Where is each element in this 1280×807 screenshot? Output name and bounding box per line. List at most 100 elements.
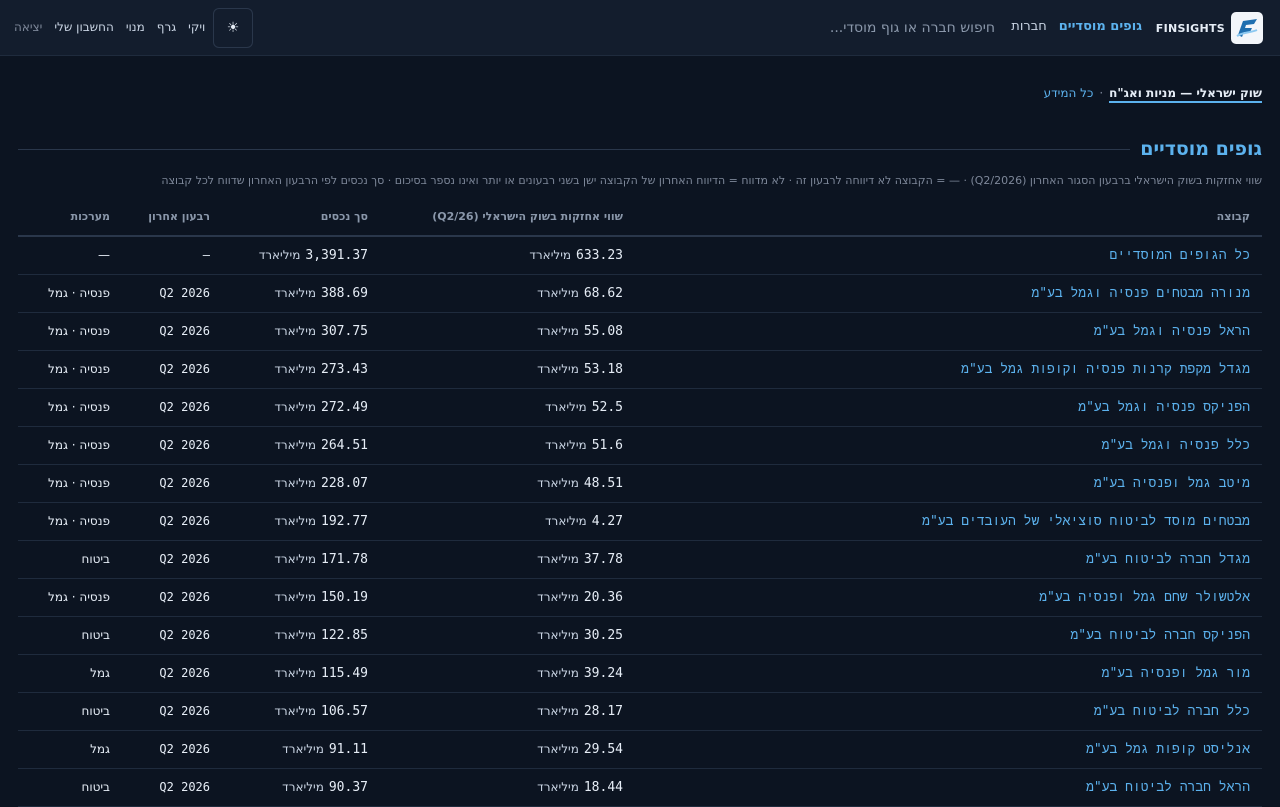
last-quarter-cell: Q2 2026 xyxy=(122,388,222,427)
group-name-link[interactable]: מיטב גמל ופנסיה בע"מ xyxy=(635,464,1262,503)
systems-cell: ביטוח xyxy=(18,540,122,579)
holdings-cell: 20.36 מיליארד xyxy=(380,578,635,617)
group-name-link[interactable]: אלטשולר שחם גמל ופנסיה בע"מ xyxy=(635,578,1262,617)
holdings-unit: מיליארד xyxy=(545,437,587,452)
logout-link[interactable]: יציאה xyxy=(14,20,42,34)
breadcrumb-current[interactable]: שוק ישראלי — מניות ואג"ח xyxy=(1109,86,1262,103)
table-row[interactable]: מגדל מקפת קרנות פנסיה וקופות גמל בע"מ 53.… xyxy=(18,350,1262,389)
assets-value: 192.77 xyxy=(321,513,368,529)
brand[interactable]: FINSIGHTS xyxy=(1156,12,1263,44)
column-header-holdings[interactable]: שווי אחזקות בשוק הישראלי (Q2/26) xyxy=(380,198,635,237)
assets-value: 273.43 xyxy=(321,361,368,377)
nav-institutional-bodies[interactable]: גופים מוסדיים xyxy=(1059,19,1142,34)
holdings-unit: מיליארד xyxy=(537,475,579,490)
holdings-cell: 30.25 מיליארד xyxy=(380,616,635,655)
last-quarter-cell: Q2 2026 xyxy=(122,350,222,389)
holdings-unit: מיליארד xyxy=(537,703,579,718)
assets-cell: 122.85 מיליארד xyxy=(222,616,380,655)
assets-value: 388.69 xyxy=(321,285,368,301)
assets-unit: מיליארד xyxy=(274,513,317,528)
table-row[interactable]: אנליסט קופות גמל בע"מ 29.54 מיליארד 91.11 מי… xyxy=(18,730,1262,769)
systems-cell: פנסיה · גמל xyxy=(18,350,122,389)
group-name-link[interactable]: אנליסט קופות גמל בע"מ xyxy=(635,730,1262,769)
group-name-link[interactable]: מור גמל ופנסיה בע"מ xyxy=(635,654,1262,693)
nav-my-account[interactable]: החשבון שלי xyxy=(54,20,113,34)
assets-unit: מיליארד xyxy=(274,475,317,490)
holdings-value: 29.54 xyxy=(583,741,623,757)
table-row[interactable]: מור גמל ופנסיה בע"מ 39.24 מיליארד 115.49 מיל… xyxy=(18,654,1262,693)
group-name-link[interactable]: כל הגופים המוסדיים xyxy=(635,236,1262,275)
assets-value: 150.19 xyxy=(321,589,368,605)
holdings-value: 39.24 xyxy=(583,665,623,681)
group-name-link[interactable]: מגדל מקפת קרנות פנסיה וקופות גמל בע"מ xyxy=(635,350,1262,389)
assets-value: 171.78 xyxy=(321,551,368,567)
table-row[interactable]: הראל חברה לביטוח בע"מ 18.44 מיליארד 90.37 מי… xyxy=(18,768,1262,807)
assets-unit: מיליארד xyxy=(274,399,317,414)
finsights-logo-icon xyxy=(1231,12,1263,44)
nav-graph[interactable]: גרף xyxy=(157,20,176,34)
assets-cell: 264.51 מיליארד xyxy=(222,426,380,465)
group-name-link[interactable]: הראל פנסיה וגמל בע"מ xyxy=(635,312,1262,351)
table-row[interactable]: הראל פנסיה וגמל בע"מ 55.08 מיליארד 307.75 מי… xyxy=(18,312,1262,351)
table-row[interactable]: כל הגופים המוסדיים 633.23 מיליארד 3,391.37 מ… xyxy=(18,236,1262,275)
group-name-link[interactable]: הפניקס פנסיה וגמל בע"מ xyxy=(635,388,1262,427)
group-name-link[interactable]: מבטחים מוסד לביטוח סוציאלי של העובדים בע… xyxy=(635,502,1262,541)
holdings-value: 4.27 xyxy=(591,513,623,529)
holdings-value: 30.25 xyxy=(583,627,623,643)
last-quarter-cell: Q2 2026 xyxy=(122,616,222,655)
table-row[interactable]: כלל חברה לביטוח בע"מ 28.17 מיליארד 106.57 מי… xyxy=(18,692,1262,731)
table-row[interactable]: מגדל חברה לביטוח בע"מ 37.78 מיליארד 171.78 מ… xyxy=(18,540,1262,579)
holdings-value: 20.36 xyxy=(583,589,623,605)
main-nav: גופים מוסדיים חברות xyxy=(1011,19,1142,34)
column-header-assets[interactable]: סך נכסים xyxy=(222,198,380,237)
table-row[interactable]: מיטב גמל ופנסיה בע"מ 48.51 מיליארד 228.07 מי… xyxy=(18,464,1262,503)
systems-cell: — xyxy=(18,236,122,275)
assets-value: 272.49 xyxy=(321,399,368,415)
column-header-systems[interactable]: מערכות xyxy=(18,198,122,237)
assets-unit: מיליארד xyxy=(274,361,317,376)
table-row[interactable]: כלל פנסיה וגמל בע"מ 51.6 מיליארד 264.51 מילי… xyxy=(18,426,1262,465)
nav-companies[interactable]: חברות xyxy=(1011,19,1046,34)
holdings-unit: מיליארד xyxy=(537,627,579,642)
holdings-cell: 55.08 מיליארד xyxy=(380,312,635,351)
group-name-link[interactable]: מגדל חברה לביטוח בע"מ xyxy=(635,540,1262,579)
assets-unit: מיליארד xyxy=(274,437,317,452)
table-header-row: קבוצה שווי אחזקות בשוק הישראלי (Q2/26) ס… xyxy=(18,198,1262,237)
assets-cell: 91.11 מיליארד xyxy=(222,730,380,769)
assets-unit: מיליארד xyxy=(274,627,317,642)
table-row[interactable]: הפניקס פנסיה וגמל בע"מ 52.5 מיליארד 272.49 מ… xyxy=(18,388,1262,427)
group-name-link[interactable]: מנורה מבטחים פנסיה וגמל בע"מ xyxy=(635,274,1262,313)
assets-unit: מיליארד xyxy=(274,665,317,680)
table-row[interactable]: אלטשולר שחם גמל ופנסיה בע"מ 20.36מיליארד 1… xyxy=(18,578,1262,617)
search-input[interactable] xyxy=(285,16,995,40)
assets-unit: מיליארד xyxy=(274,589,317,604)
assets-cell: 273.43 מיליארד xyxy=(222,350,380,389)
group-name-link[interactable]: כלל חברה לביטוח בע"מ xyxy=(635,692,1262,731)
holdings-unit: מיליארד xyxy=(537,285,579,300)
group-name-link[interactable]: הראל חברה לביטוח בע"מ xyxy=(635,768,1262,807)
assets-cell: 150.19 מיליארד xyxy=(222,578,380,617)
systems-cell: פנסיה · גמל xyxy=(18,464,122,503)
last-quarter-cell: Q2 2026 xyxy=(122,654,222,693)
table-row[interactable]: מנורה מבטחים פנסיה וגמל בע"מ 68.62 מיליארד… xyxy=(18,274,1262,313)
nav-subscription[interactable]: מנוי xyxy=(126,20,145,34)
assets-cell: 115.49 מיליארד xyxy=(222,654,380,693)
holdings-value: 633.23 xyxy=(576,247,623,263)
table-row[interactable]: הפניקס חברה לביטוח בע"מ 30.25מיליארד 122.8… xyxy=(18,616,1262,655)
holdings-unit: מיליארד xyxy=(537,551,579,566)
column-header-last-quarter[interactable]: רבעון אחרון xyxy=(122,198,222,237)
group-name-link[interactable]: הפניקס חברה לביטוח בע"מ xyxy=(635,616,1262,655)
last-quarter-cell: Q2 2026 xyxy=(122,540,222,579)
nav-wiki[interactable]: ויקי xyxy=(188,20,205,34)
holdings-cell: 51.6 מיליארד xyxy=(380,426,635,465)
assets-cell: 90.37 מיליארד xyxy=(222,768,380,807)
holdings-value: 53.18 xyxy=(583,361,623,377)
breadcrumb-all-data[interactable]: כל המידע xyxy=(1044,86,1094,100)
assets-unit: מיליארד xyxy=(274,551,317,566)
group-name-link[interactable]: כלל פנסיה וגמל בע"מ xyxy=(635,426,1262,465)
last-quarter-cell: Q2 2026 xyxy=(122,502,222,541)
column-header-group[interactable]: קבוצה xyxy=(635,198,1262,237)
table-row[interactable]: מבטחים מוסד לביטוח סוציאלי של העובדים בע… xyxy=(18,502,1262,541)
holdings-cell: 4.27 מיליארד xyxy=(380,502,635,541)
theme-toggle-button[interactable]: ☀ xyxy=(213,8,253,48)
